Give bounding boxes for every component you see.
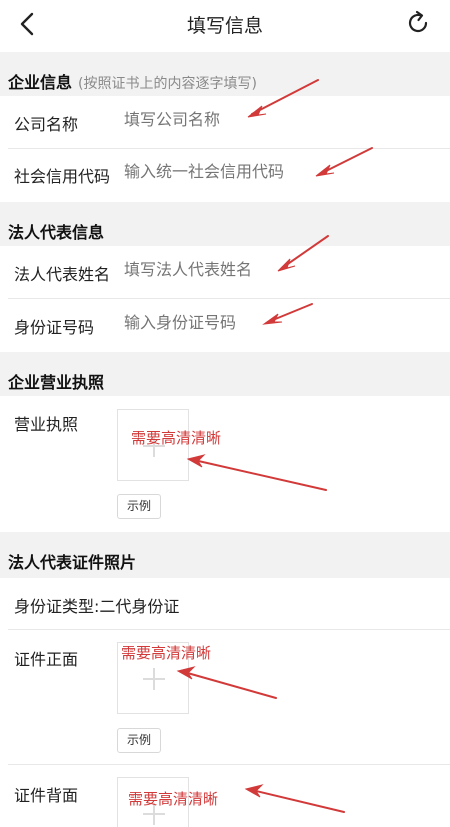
- legal-rep-name-label: 法人代表姓名: [14, 265, 111, 284]
- company-name-input[interactable]: [124, 110, 424, 129]
- legal-rep-fields: 法人代表姓名 身份证号码: [0, 246, 450, 352]
- divider: [8, 148, 450, 149]
- nav-bar: 填写信息: [0, 0, 450, 50]
- section-company-info: 企业信息 (按照证书上的内容逐字填写): [0, 52, 450, 96]
- hd-note-id-front: 需要高清清晰: [121, 644, 212, 662]
- id-number-label: 身份证号码: [14, 318, 95, 337]
- section-title: 法人代表信息: [8, 223, 105, 242]
- id-photos-area: 身份证类型:二代身份证 证件正面 示例 证件背面: [0, 578, 450, 827]
- id-type-row[interactable]: 身份证类型:二代身份证: [14, 593, 179, 617]
- page-title: 填写信息: [186, 15, 263, 37]
- legal-rep-name-input[interactable]: [124, 260, 424, 279]
- id-type-value: 二代身份证: [99, 597, 180, 616]
- section-title-text: 企业信息: [8, 73, 73, 92]
- license-sample-button[interactable]: 示例: [117, 494, 161, 519]
- section-legal-rep-info: 法人代表信息: [0, 202, 450, 246]
- id-front-sample-button[interactable]: 示例: [117, 728, 161, 753]
- refresh-icon[interactable]: [404, 9, 432, 37]
- company-name-label: 公司名称: [14, 115, 79, 134]
- id-front-label: 证件正面: [14, 650, 79, 669]
- section-hint: (按照证书上的内容逐字填写): [78, 76, 257, 92]
- hd-note-license: 需要高清清晰: [131, 429, 222, 447]
- id-type-label: 身份证类型:: [14, 597, 100, 616]
- divider: [8, 764, 450, 765]
- divider: [8, 629, 450, 630]
- credit-code-label: 社会信用代码: [14, 167, 111, 186]
- section-business-license: 企业营业执照: [0, 352, 450, 396]
- hd-note-id-back: 需要高清清晰: [128, 790, 219, 808]
- credit-code-input[interactable]: [124, 162, 424, 181]
- plus-icon: [143, 668, 165, 690]
- id-back-label: 证件背面: [14, 786, 79, 805]
- section-title: 企业营业执照: [8, 373, 105, 392]
- section-title: 法人代表证件照片: [8, 553, 137, 572]
- license-upload-row: 营业执照 示例: [0, 396, 450, 532]
- section-id-photos: 法人代表证件照片: [0, 532, 450, 578]
- license-label: 营业执照: [14, 415, 79, 434]
- id-number-input[interactable]: [124, 313, 424, 332]
- divider: [8, 298, 450, 299]
- section-title: 企业信息 (按照证书上的内容逐字填写): [8, 69, 257, 93]
- company-fields: 公司名称 社会信用代码: [0, 96, 450, 202]
